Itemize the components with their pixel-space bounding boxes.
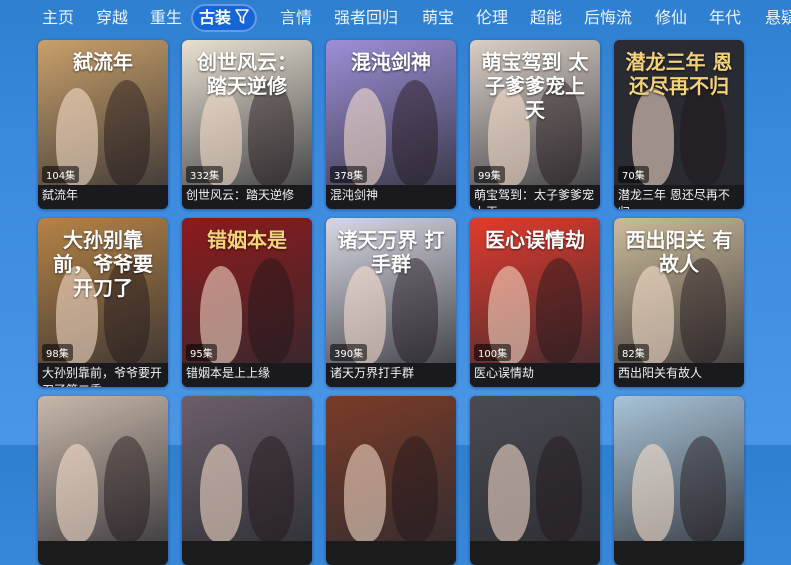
poster-title: 西出阳关 有故人 [625, 228, 733, 276]
episode-count-badge: 390集 [330, 344, 368, 361]
episode-count-badge: 82集 [618, 344, 649, 361]
drama-card[interactable]: 萌宝驾到 太子爹爹宠上天 99集萌宝驾到：太子爹爹宠上天 [470, 40, 600, 209]
tab-label: 重生 [150, 8, 183, 27]
tab-12[interactable]: 年代 [705, 6, 745, 30]
tab-3[interactable]: 重生 [146, 6, 186, 30]
drama-title: 创世风云：踏天逆修 [182, 185, 312, 209]
poster-title: 混沌剑神 [351, 50, 431, 74]
episode-count-badge: 98集 [42, 344, 73, 361]
tab-label: 古装 [199, 8, 232, 27]
drama-title: 潜龙三年 恩还尽再不归 [614, 185, 744, 209]
drama-card[interactable] [182, 396, 312, 565]
drama-poster: 诸天万界 打手群 390集 [326, 218, 456, 363]
drama-card[interactable]: 弑流年 104集 弑流年 [38, 40, 168, 209]
drama-title: 西出阳关有故人 [614, 363, 744, 387]
drama-card[interactable] [470, 396, 600, 565]
tab-label: 后悔流 [584, 8, 633, 27]
tab-label: 修仙 [655, 8, 688, 27]
tab-4[interactable]: 古装 [191, 4, 258, 34]
drama-card[interactable]: 医心误情劫 100集 医心误情劫 [470, 218, 600, 387]
drama-card[interactable] [326, 396, 456, 565]
tab-label: 超能 [530, 8, 563, 27]
drama-title: 诸天万界打手群 [326, 363, 456, 387]
drama-poster: 西出阳关 有故人 82集 [614, 218, 744, 363]
drama-poster: 弑流年 104集 [38, 40, 168, 185]
drama-card[interactable]: 诸天万界 打手群 390集诸天万界打手群 [326, 218, 456, 387]
tab-label: 穿越 [96, 8, 129, 27]
drama-poster: 大孙别靠前，爷爷要开刀了 98集 [38, 218, 168, 363]
drama-card[interactable]: 西出阳关 有故人 82集西出阳关有故人 [614, 218, 744, 387]
poster-title: 医心误情劫 [485, 228, 585, 252]
episode-count-badge: 378集 [330, 166, 368, 183]
tab-5[interactable]: 言情 [276, 6, 316, 30]
tab-2[interactable]: 穿越 [92, 6, 132, 30]
drama-card[interactable] [614, 396, 744, 565]
episode-count-badge: 95集 [186, 344, 217, 361]
drama-card[interactable]: 大孙别靠前，爷爷要开刀了 98集大孙别靠前，爷爷要开刀了第二季 [38, 218, 168, 387]
drama-title: 弑流年 [38, 185, 168, 209]
drama-card[interactable]: 潜龙三年 恩还尽再不归70集潜龙三年 恩还尽再不归 [614, 40, 744, 209]
drama-title: 错姻本是上上缘 [182, 363, 312, 387]
tab-10[interactable]: 后悔流 [580, 6, 636, 30]
episode-count-badge: 70集 [618, 166, 649, 183]
drama-card[interactable] [38, 396, 168, 565]
drama-title: 萌宝驾到：太子爹爹宠上天 [470, 185, 600, 209]
tab-7[interactable]: 萌宝 [418, 6, 458, 30]
drama-poster: 创世风云：踏天逆修 332集 [182, 40, 312, 185]
tab-13[interactable]: 悬疑 [761, 6, 791, 30]
tab-8[interactable]: 伦理 [472, 6, 512, 30]
poster-title: 创世风云：踏天逆修 [197, 50, 297, 98]
tab-label: 强者回归 [334, 8, 399, 27]
drama-poster: 错姻本是 95集 [182, 218, 312, 363]
drama-poster [470, 396, 600, 541]
drama-title: 大孙别靠前，爷爷要开刀了第二季 [38, 363, 168, 387]
episode-count-badge: 99集 [474, 166, 505, 183]
drama-poster [326, 396, 456, 541]
tab-label: 言情 [280, 8, 313, 27]
drama-card[interactable]: 错姻本是 95集错姻本是上上缘 [182, 218, 312, 387]
poster-title: 错姻本是 [207, 228, 287, 252]
poster-title: 大孙别靠前，爷爷要开刀了 [53, 228, 153, 300]
poster-title: 弑流年 [73, 50, 133, 74]
tab-9[interactable]: 超能 [526, 6, 566, 30]
tab-11[interactable]: 修仙 [651, 6, 691, 30]
tab-label: 伦理 [476, 8, 509, 27]
episode-count-badge: 100集 [474, 344, 512, 361]
drama-poster: 潜龙三年 恩还尽再不归 70集 [614, 40, 744, 185]
drama-poster: 混沌剑神 378集 [326, 40, 456, 185]
tab-label: 萌宝 [422, 8, 455, 27]
drama-poster [38, 396, 168, 541]
filter-icon[interactable] [235, 6, 249, 34]
tab-label: 年代 [709, 8, 742, 27]
drama-title: 医心误情劫 [470, 363, 600, 387]
episode-count-badge: 104集 [42, 166, 80, 183]
drama-poster [182, 396, 312, 541]
episode-count-badge: 332集 [186, 166, 224, 183]
drama-title: 混沌剑神 [326, 185, 456, 209]
drama-poster [614, 396, 744, 541]
tab-1[interactable]: 主页 [38, 6, 78, 30]
tab-label: 主页 [42, 8, 75, 27]
poster-title: 萌宝驾到 太子爹爹宠上天 [481, 50, 589, 122]
poster-title: 诸天万界 打手群 [337, 228, 445, 276]
drama-card[interactable]: 创世风云：踏天逆修 332集 创世风云：踏天逆修 [182, 40, 312, 209]
category-tab-bar: 主页 穿越 重生 古装 言情 强者回归 萌宝 伦理 超能 后悔流 修仙 年代 悬疑 [0, 0, 791, 36]
drama-poster: 医心误情劫 100集 [470, 218, 600, 363]
tab-label: 悬疑 [765, 8, 791, 27]
tab-6[interactable]: 强者回归 [330, 6, 402, 30]
poster-title: 潜龙三年 恩还尽再不归 [625, 50, 733, 98]
drama-poster: 萌宝驾到 太子爹爹宠上天 99集 [470, 40, 600, 185]
drama-card[interactable]: 混沌剑神 378集 混沌剑神 [326, 40, 456, 209]
